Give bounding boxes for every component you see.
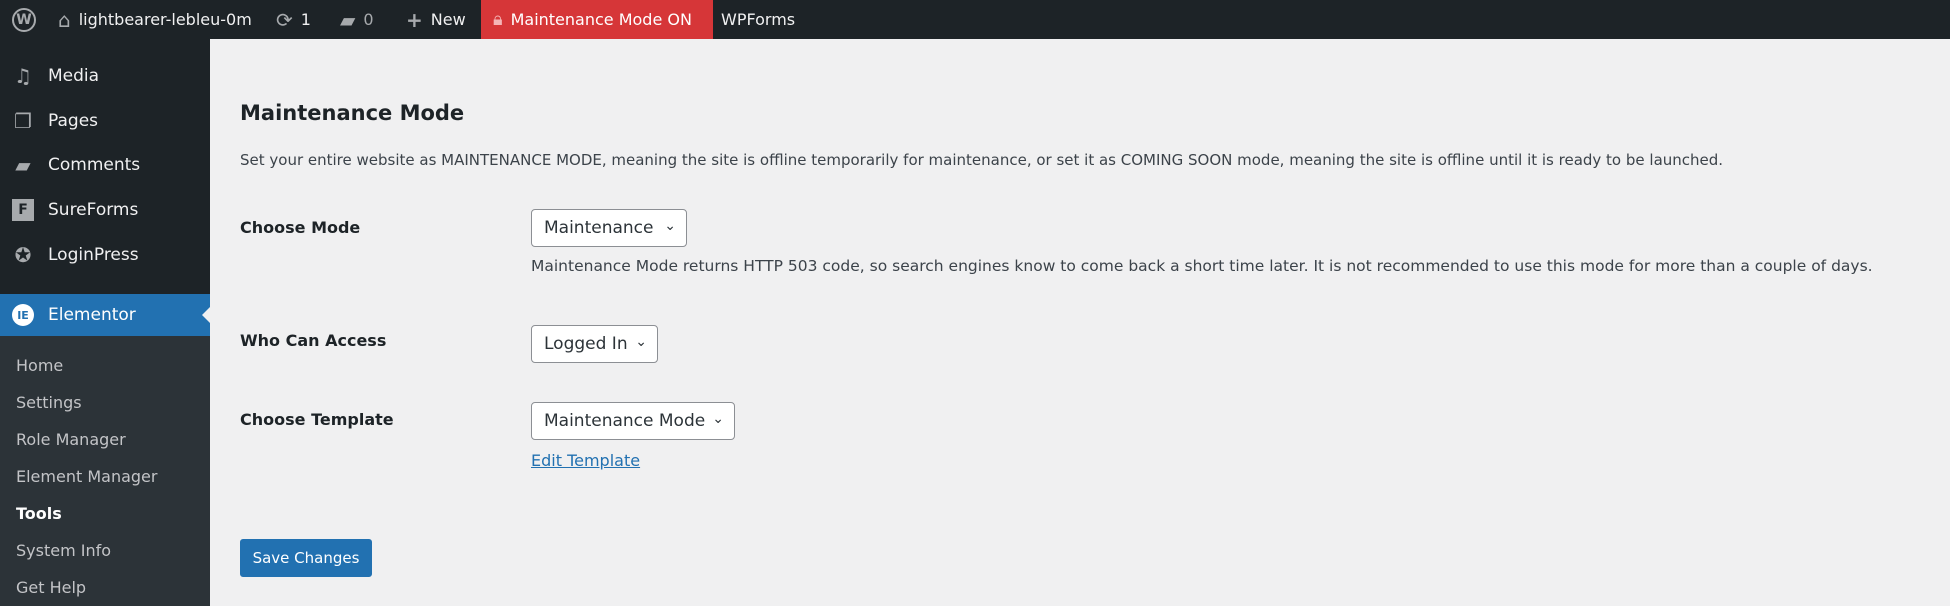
comment-icon: ▰ xyxy=(340,7,356,32)
wpforms-link[interactable]: WPForms xyxy=(713,0,803,39)
submenu-home[interactable]: Home xyxy=(16,356,63,375)
comments-link[interactable]: ▰ 0 xyxy=(332,0,382,39)
chevron-down-icon: ⌄ xyxy=(712,411,724,427)
admin-bar: W ⌂ lightbearer-lebleu-0m ⟳ 1 ▰ 0 + New 🔒︎ Ma… xyxy=(0,0,1950,39)
save-changes-button[interactable]: Save Changes xyxy=(240,539,372,577)
submenu-get-help[interactable]: Get Help xyxy=(16,578,86,597)
choose-mode-select[interactable]: Maintenance ⌄ xyxy=(531,209,687,247)
submenu-tools[interactable]: Tools xyxy=(16,504,62,523)
maintenance-mode-badge[interactable]: 🔒︎ Maintenance Mode ON xyxy=(481,0,713,39)
site-name-link[interactable]: ⌂ lightbearer-lebleu-0m xyxy=(50,0,260,39)
chevron-down-icon: ⌄ xyxy=(635,334,647,350)
edit-template-link[interactable]: Edit Template xyxy=(531,451,640,470)
loginpress-icon: ✪ xyxy=(14,243,32,267)
sidebar-item-comments[interactable]: ▰ Comments xyxy=(0,147,210,183)
elementor-icon: IE xyxy=(10,304,36,326)
new-content-link[interactable]: + New xyxy=(398,0,474,39)
updates-icon: ⟳ xyxy=(276,7,293,32)
sidebar-item-media[interactable]: ♫ Media xyxy=(0,58,210,94)
elementor-submenu: Home Settings Role Manager Element Manag… xyxy=(0,336,210,606)
submenu-system-info[interactable]: System Info xyxy=(16,541,111,560)
page-title: Maintenance Mode xyxy=(240,101,465,125)
sidebar-item-sureforms[interactable]: F SureForms xyxy=(0,192,210,228)
submenu-settings[interactable]: Settings xyxy=(16,393,82,412)
mode-help-text: Maintenance Mode returns HTTP 503 code, … xyxy=(531,257,1873,275)
sureforms-icon: F xyxy=(10,199,36,221)
plus-icon: + xyxy=(406,7,423,32)
choose-template-select[interactable]: Maintenance Mode ⌄ xyxy=(531,402,735,440)
home-icon: ⌂ xyxy=(58,7,71,32)
media-icon: ♫ xyxy=(14,64,32,88)
who-can-access-select[interactable]: Logged In ⌄ xyxy=(531,325,658,363)
updates-link[interactable]: ⟳ 1 xyxy=(268,0,319,39)
submenu-role-manager[interactable]: Role Manager xyxy=(16,430,126,449)
comments-icon: ▰ xyxy=(15,153,31,177)
wordpress-icon: W xyxy=(12,7,36,32)
sidebar-item-loginpress[interactable]: ✪ LoginPress xyxy=(0,237,210,273)
choose-template-label: Choose Template xyxy=(240,410,394,429)
chevron-down-icon: ⌄ xyxy=(664,218,676,234)
who-can-access-label: Who Can Access xyxy=(240,331,387,350)
sidebar-item-pages[interactable]: ❐ Pages xyxy=(0,103,210,139)
submenu-element-manager[interactable]: Element Manager xyxy=(16,467,157,486)
sidebar-item-elementor[interactable]: IE Elementor xyxy=(0,294,210,336)
pages-icon: ❐ xyxy=(14,109,32,133)
choose-mode-label: Choose Mode xyxy=(240,218,361,237)
lock-icon: 🔒︎ xyxy=(493,9,503,30)
wordpress-logo-button[interactable]: W xyxy=(4,0,44,39)
page-description: Set your entire website as MAINTENANCE M… xyxy=(240,151,1724,169)
